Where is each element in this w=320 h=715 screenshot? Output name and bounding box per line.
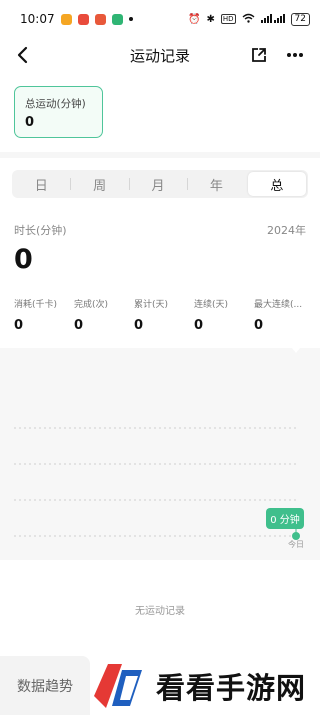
- watermark-logo-icon: [94, 663, 142, 708]
- watermark-text: 看看手游网: [156, 670, 307, 705]
- back-arrow-icon: [17, 46, 28, 64]
- chart-tooltip: 0 分钟: [266, 508, 304, 529]
- tab-day[interactable]: 日: [12, 170, 70, 198]
- status-bar: 10:07 ⏰ ✱ HD 72: [0, 0, 320, 38]
- stat-cumulative-days: 累计(天) 0: [134, 297, 194, 333]
- section-divider: [0, 152, 320, 158]
- stat-label: 消耗(千卡): [14, 300, 58, 310]
- tab-total[interactable]: 总: [247, 172, 307, 196]
- duration-label: 时长(分钟): [14, 224, 67, 237]
- total-exercise-label: 总运动(分钟): [25, 98, 86, 110]
- empty-state-text: 无运动记录: [135, 606, 185, 617]
- data-trend-tab[interactable]: 数据趋势: [0, 656, 90, 715]
- stat-label: 最大连续(...: [254, 300, 303, 310]
- app-header: 运动记录: [0, 38, 320, 72]
- tab-month[interactable]: 月: [128, 170, 187, 198]
- signal-icon: [260, 13, 285, 26]
- notification-app-icon: [60, 13, 72, 25]
- stat-calories: 消耗(千卡) 0: [14, 297, 74, 333]
- chart-pointer-notch: [292, 348, 300, 353]
- stat-label: 连续(天): [194, 300, 229, 310]
- stat-value: 0: [74, 318, 84, 333]
- stat-max-streak: 最大连续(... 0: [254, 297, 314, 333]
- share-icon: [252, 48, 266, 62]
- site-watermark: 看看手游网: [92, 656, 320, 715]
- stat-completed: 完成(次) 0: [74, 297, 134, 333]
- more-dots-icon: [287, 53, 303, 57]
- period-tabs: 日 周 月 年 总: [12, 170, 308, 198]
- total-exercise-card[interactable]: 总运动(分钟) 0: [14, 86, 103, 138]
- notification-app-icon: [77, 13, 89, 25]
- stats-row: 消耗(千卡) 0 完成(次) 0 累计(天) 0 连续(天) 0 最大连续(..…: [14, 297, 314, 333]
- back-button[interactable]: [10, 42, 36, 68]
- share-button[interactable]: [246, 42, 272, 68]
- hd-icon: HD: [220, 14, 236, 24]
- stat-label: 累计(天): [134, 300, 169, 310]
- duration-value: 0: [14, 244, 33, 275]
- page-title: 运动记录: [129, 46, 190, 65]
- stat-value: 0: [254, 318, 264, 333]
- notification-app-icon: [111, 13, 123, 25]
- alarm-icon: ⏰: [188, 13, 201, 25]
- status-time: 10:07: [20, 12, 55, 26]
- stat-value: 0: [134, 318, 144, 333]
- bluetooth-icon: ✱: [206, 13, 215, 25]
- x-tick-label: 今日: [288, 540, 304, 549]
- tab-year[interactable]: 年: [187, 170, 245, 198]
- stat-label: 完成(次): [74, 300, 109, 310]
- battery-icon: 72: [290, 12, 310, 26]
- total-exercise-value: 0: [25, 115, 35, 130]
- year-label: 2024年: [267, 224, 306, 237]
- tab-week[interactable]: 周: [70, 170, 128, 198]
- stat-value: 0: [14, 318, 24, 333]
- more-button[interactable]: [282, 42, 308, 68]
- wifi-icon: [242, 13, 255, 26]
- more-notifications-dot: [128, 17, 133, 21]
- notification-app-icon: [94, 13, 106, 25]
- stat-streak-days: 连续(天) 0: [194, 297, 254, 333]
- stat-value: 0: [194, 318, 204, 333]
